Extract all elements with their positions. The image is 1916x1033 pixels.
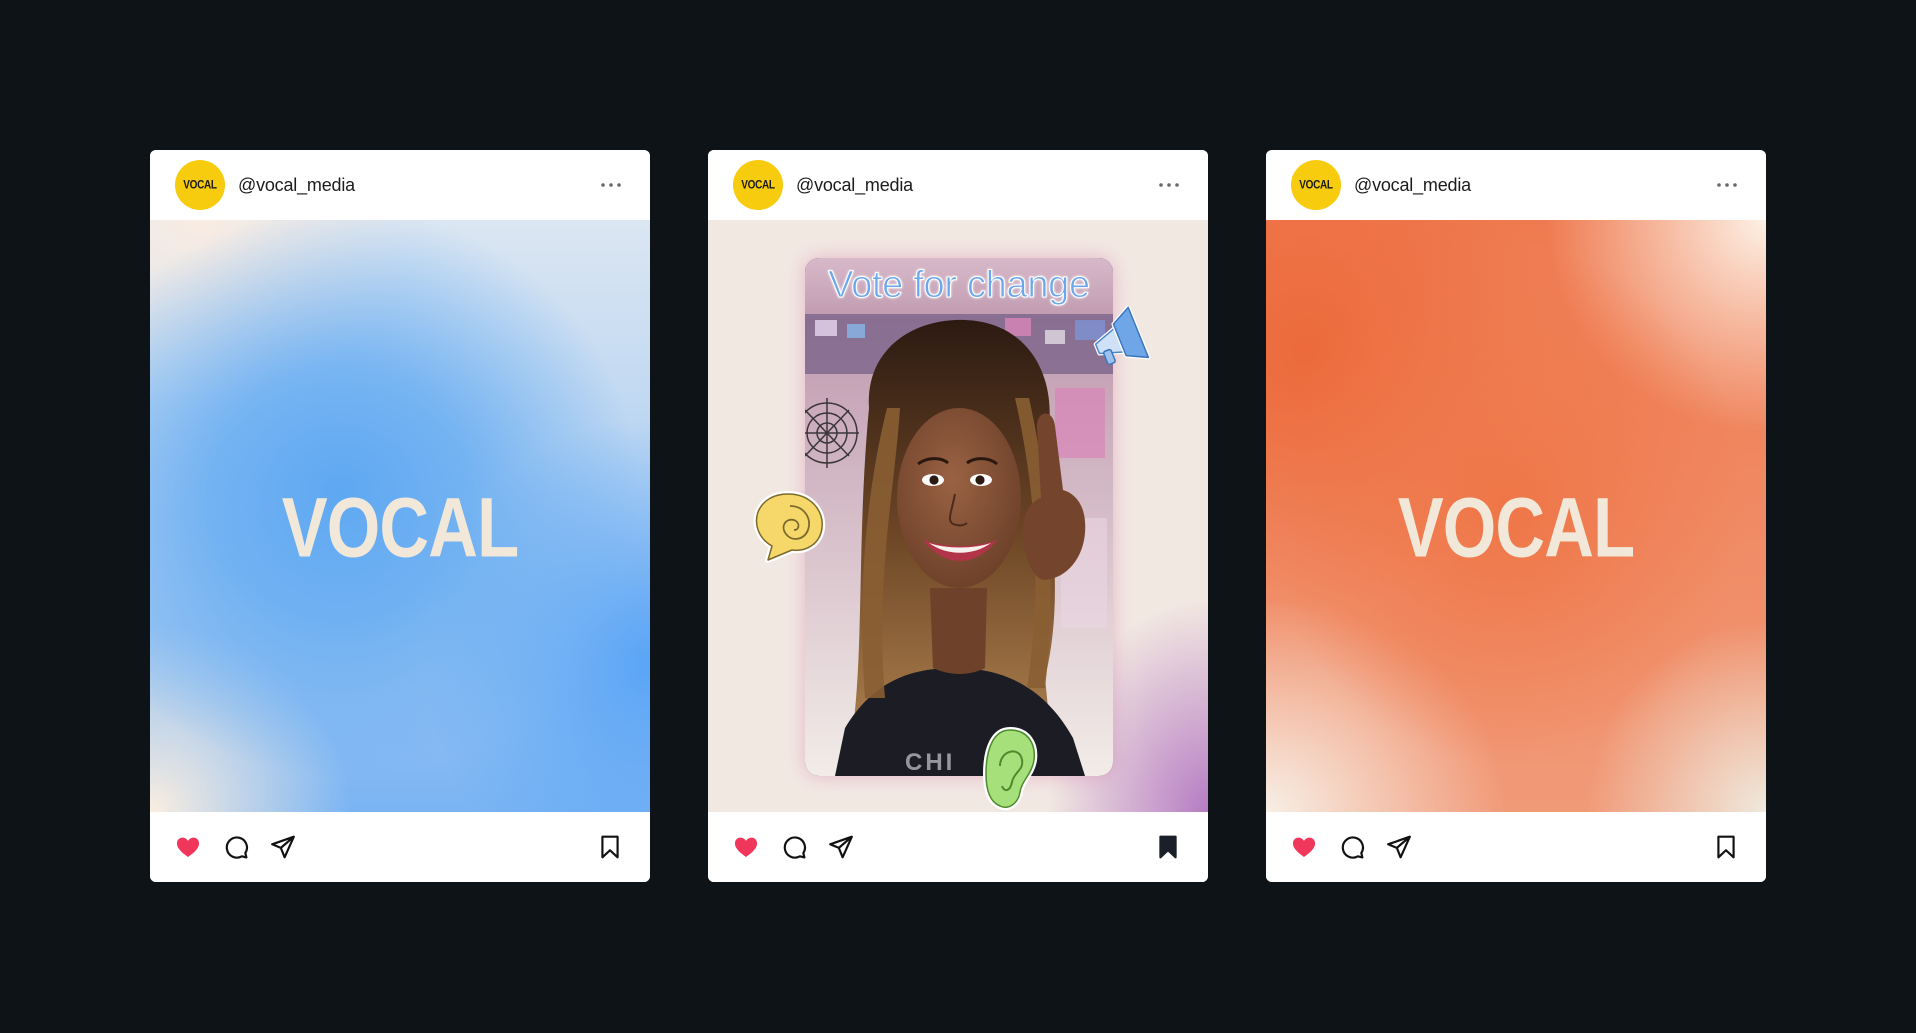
post-image[interactable]: VOCAL <box>150 220 650 812</box>
snail-shell-icon <box>753 491 826 563</box>
comment-button[interactable] <box>1339 834 1365 860</box>
heart-icon <box>734 837 758 857</box>
post-actions-bar <box>150 812 650 882</box>
vocal-wordmark: VOCAL <box>1397 480 1635 575</box>
comment-button[interactable] <box>781 834 807 860</box>
save-button[interactable] <box>1155 834 1181 860</box>
svg-text:CHI: CHI <box>905 749 955 776</box>
post-header: VOCAL @vocal_media <box>1266 150 1766 220</box>
avatar[interactable]: VOCAL <box>733 160 783 210</box>
username[interactable]: @vocal_media <box>1354 175 1471 196</box>
username[interactable]: @vocal_media <box>796 175 913 196</box>
share-button[interactable] <box>270 834 296 860</box>
more-dots-icon <box>601 183 621 187</box>
video-still-image: CHI <box>805 258 1113 776</box>
avatar[interactable]: VOCAL <box>175 160 225 210</box>
comment-bubble-icon <box>1341 836 1365 859</box>
avatar-logo-text: VOCAL <box>1299 178 1333 192</box>
avatar-logo-text: VOCAL <box>741 178 775 192</box>
video-frame[interactable]: CHI Vote for change <box>805 258 1113 776</box>
bookmark-icon <box>1717 835 1735 859</box>
post-actions-bar <box>1266 812 1766 882</box>
avatar-logo-text: VOCAL <box>183 178 217 192</box>
video-caption: Vote for change <box>828 264 1091 307</box>
paper-plane-icon <box>829 835 853 859</box>
save-button[interactable] <box>1713 834 1739 860</box>
like-button[interactable] <box>175 834 201 860</box>
more-dots-icon <box>1159 183 1179 187</box>
bookmark-filled-icon <box>1159 835 1177 859</box>
like-button[interactable] <box>1291 834 1317 860</box>
share-button[interactable] <box>1386 834 1412 860</box>
post-card: VOCAL @vocal_media VOCAL <box>1266 150 1766 882</box>
more-options-button[interactable] <box>1156 172 1182 198</box>
post-card: VOCAL @vocal_media VOCAL <box>150 150 650 882</box>
avatar[interactable]: VOCAL <box>1291 160 1341 210</box>
comment-bubble-icon <box>783 836 807 859</box>
megaphone-icon <box>1093 306 1151 366</box>
comment-button[interactable] <box>223 834 249 860</box>
more-options-button[interactable] <box>1714 172 1740 198</box>
vocal-wordmark: VOCAL <box>281 480 519 575</box>
like-button[interactable] <box>733 834 759 860</box>
paper-plane-icon <box>1387 835 1411 859</box>
post-header: VOCAL @vocal_media <box>150 150 650 220</box>
post-image[interactable]: VOCAL <box>1266 220 1766 812</box>
save-button[interactable] <box>597 834 623 860</box>
comment-bubble-icon <box>225 836 249 859</box>
paper-plane-icon <box>271 835 295 859</box>
bookmark-icon <box>601 835 619 859</box>
heart-icon <box>1292 837 1316 857</box>
ear-icon <box>983 727 1038 811</box>
post-card: VOCAL @vocal_media CHI Vote for change <box>708 150 1208 882</box>
username[interactable]: @vocal_media <box>238 175 355 196</box>
share-button[interactable] <box>828 834 854 860</box>
post-video[interactable]: CHI Vote for change <box>708 220 1208 812</box>
more-options-button[interactable] <box>598 172 624 198</box>
post-actions-bar <box>708 812 1208 882</box>
post-header: VOCAL @vocal_media <box>708 150 1208 220</box>
heart-icon <box>176 837 200 857</box>
more-dots-icon <box>1717 183 1737 187</box>
